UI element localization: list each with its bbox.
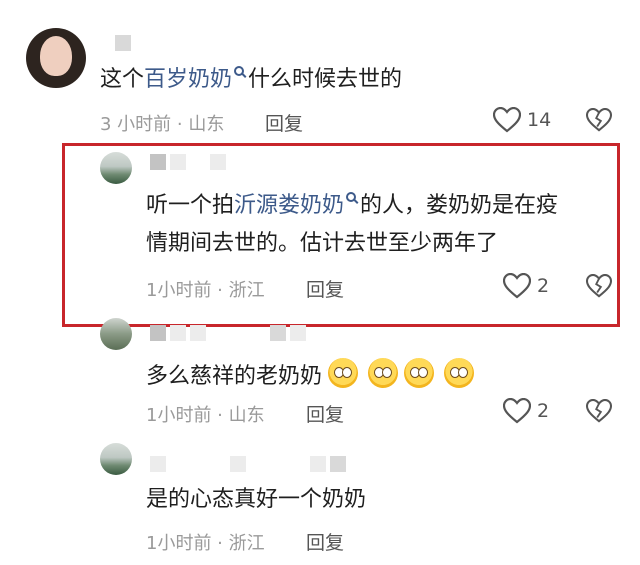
pleading-face-icon xyxy=(328,358,359,388)
heart-icon xyxy=(493,107,521,133)
pleading-face-icon xyxy=(404,358,435,388)
avatar[interactable] xyxy=(100,152,132,184)
pleading-face-icon xyxy=(368,358,399,388)
comment-meta: 1小时前 · 浙江 xyxy=(146,533,265,554)
comment-text-part: 什么时候去世的 xyxy=(248,67,403,92)
comment-text-part: 这个 xyxy=(100,67,145,92)
heart-icon xyxy=(503,273,531,299)
topic-link[interactable]: 沂源娄奶奶 xyxy=(234,193,344,218)
like-button[interactable]: 2 xyxy=(503,273,549,299)
like-button[interactable]: 14 xyxy=(493,107,551,133)
comment-meta: 1小时前 · 山东 xyxy=(146,405,265,426)
comment-text: 多么慈祥的老奶奶 xyxy=(146,358,475,395)
comment-text-part: 多么慈祥的老奶奶 xyxy=(146,364,323,389)
avatar[interactable] xyxy=(100,318,132,350)
reply-button[interactable]: 回复 xyxy=(306,400,344,427)
comment-text-part: 的人，娄奶奶是在疫 xyxy=(360,193,559,218)
comment-text: 是的心态真好一个奶奶 xyxy=(146,487,367,512)
search-icon[interactable] xyxy=(346,192,357,202)
search-icon[interactable] xyxy=(234,66,245,76)
like-button[interactable]: 2 xyxy=(503,398,549,424)
pleading-face-icon xyxy=(444,358,475,388)
comment-text-line2: 情期间去世的。估计去世至少两年了 xyxy=(146,231,499,256)
like-count: 2 xyxy=(537,275,550,297)
topic-link[interactable]: 百岁奶奶 xyxy=(144,67,232,92)
reply-button[interactable]: 回复 xyxy=(306,528,344,555)
broken-heart-icon[interactable] xyxy=(586,108,612,132)
comment-meta: 3 小时前 · 山东 xyxy=(100,114,225,135)
username-redacted[interactable] xyxy=(150,455,346,473)
username-redacted[interactable] xyxy=(150,153,226,171)
like-count: 2 xyxy=(537,400,550,422)
reply-button[interactable]: 回复 xyxy=(306,275,344,302)
like-count: 14 xyxy=(527,109,552,131)
heart-icon xyxy=(503,398,531,424)
username-redacted[interactable] xyxy=(150,324,306,342)
username-redacted[interactable] xyxy=(115,34,131,52)
broken-heart-icon[interactable] xyxy=(586,399,612,423)
comment-text-line1: 听一个拍沂源娄奶奶 的人，娄奶奶是在疫 xyxy=(146,188,558,224)
avatar[interactable] xyxy=(100,443,132,475)
comment-text-part: 听一个拍 xyxy=(146,193,235,218)
avatar[interactable] xyxy=(26,28,86,88)
comment-meta: 1小时前 · 浙江 xyxy=(146,280,265,301)
reply-button[interactable]: 回复 xyxy=(265,109,303,136)
comment-text: 这个百岁奶奶 什么时候去世的 xyxy=(100,62,402,98)
broken-heart-icon[interactable] xyxy=(586,274,612,298)
